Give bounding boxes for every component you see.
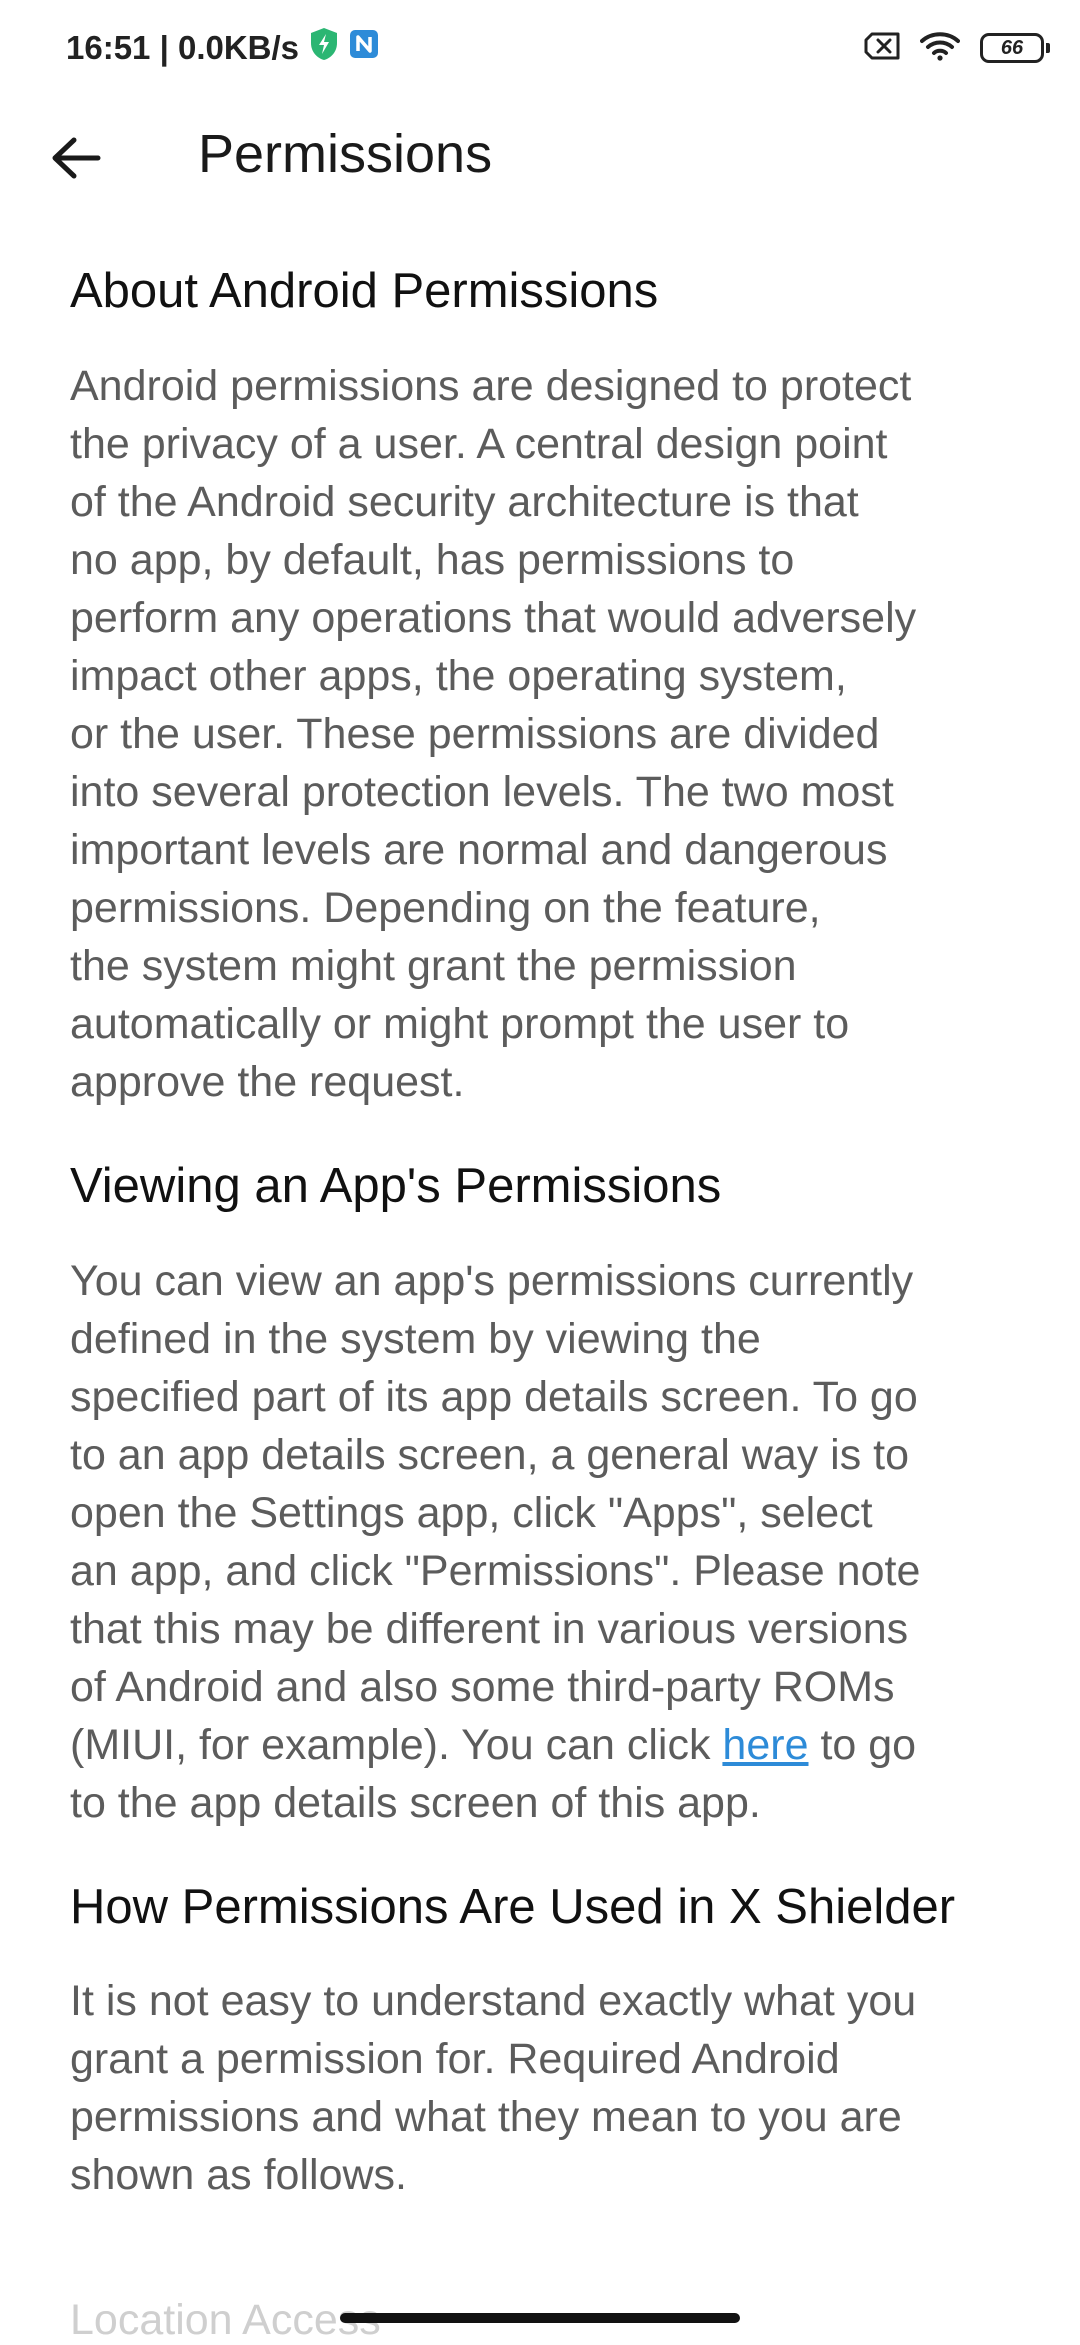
- battery-icon: 66: [980, 33, 1050, 63]
- section-usage: How Permissions Are Used in X Shielder I…: [70, 1878, 1020, 2205]
- section-title: Viewing an App's Permissions: [70, 1158, 722, 1213]
- notification-app-icon: [349, 29, 379, 67]
- content[interactable]: About Android Permissions Android permis…: [70, 262, 1020, 2250]
- page-title: Permissions: [198, 124, 493, 184]
- body-text: You can view an app's permissions curren…: [70, 1256, 921, 1769]
- home-indicator[interactable]: [340, 2313, 740, 2323]
- wifi-icon: [920, 31, 960, 66]
- section-title: About Android Permissions: [70, 264, 659, 318]
- section-about: About Android Permissions Android permis…: [70, 262, 1020, 1111]
- status-left: 16:51 | 0.0KB/s: [66, 24, 379, 72]
- arrow-left-icon: [52, 137, 101, 179]
- section-body: Android permissions are designed to prot…: [70, 361, 917, 1106]
- status-right: 66: [864, 24, 1050, 72]
- shield-icon: [309, 27, 339, 69]
- app-bar: Permissions: [0, 96, 1080, 216]
- no-sim-icon: [864, 32, 900, 65]
- section-body: You can view an app's permissions curren…: [70, 1252, 1020, 1832]
- section-title: How Permissions Are Used in X Shielder: [70, 1879, 956, 1934]
- section-viewing: Viewing an App's Permissions You can vie…: [70, 1157, 1020, 1832]
- app-details-link[interactable]: here: [722, 1721, 808, 1769]
- section-body: It is not easy to understand exactly wha…: [70, 1977, 917, 2200]
- status-bar: 16:51 | 0.0KB/s 66: [0, 0, 1080, 96]
- back-button[interactable]: [36, 118, 116, 198]
- status-time-speed: 16:51 | 0.0KB/s: [66, 29, 300, 66]
- location-access-item[interactable]: Location Access: [70, 2296, 381, 2345]
- battery-level: 66: [1000, 36, 1024, 59]
